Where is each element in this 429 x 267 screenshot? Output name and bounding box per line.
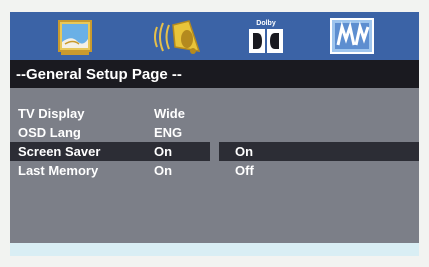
submenu-option-on[interactable]: On [219,142,419,161]
icon-bar: Dolby [10,12,419,60]
picture-setup-icon[interactable] [57,17,93,57]
menu-value: ENG [154,125,183,140]
status-bar [10,243,419,256]
menu-value: On [154,163,173,178]
menu-label: OSD Lang [18,125,81,140]
osd-screen: Dolby --General Setup Page -- TV Display… [10,12,419,256]
menu-row-osd-lang[interactable]: OSD Lang ENG [10,123,419,142]
menu-label: Screen Saver [18,144,101,159]
dolby-digital-icon[interactable]: Dolby [246,17,286,57]
page-title-bar: --General Setup Page -- [10,60,419,88]
audio-setup-icon[interactable] [153,17,203,57]
menu-row-tv-display[interactable]: TV Display Wide [10,104,419,123]
setup-menu: TV Display Wide OSD Lang ENG Screen Save… [10,88,419,243]
dolby-label: Dolby [256,20,276,27]
menu-value: On [154,144,173,159]
menu-value: Wide [154,106,185,121]
general-setup-icon[interactable] [330,17,374,57]
menu-label: TV Display [18,106,85,121]
submenu-option-off[interactable]: Off [219,161,419,180]
menu-label: Last Memory [18,163,99,178]
submenu-option-label: Off [235,163,254,178]
submenu-option-label: On [235,144,254,159]
page-title: --General Setup Page -- [16,66,182,83]
